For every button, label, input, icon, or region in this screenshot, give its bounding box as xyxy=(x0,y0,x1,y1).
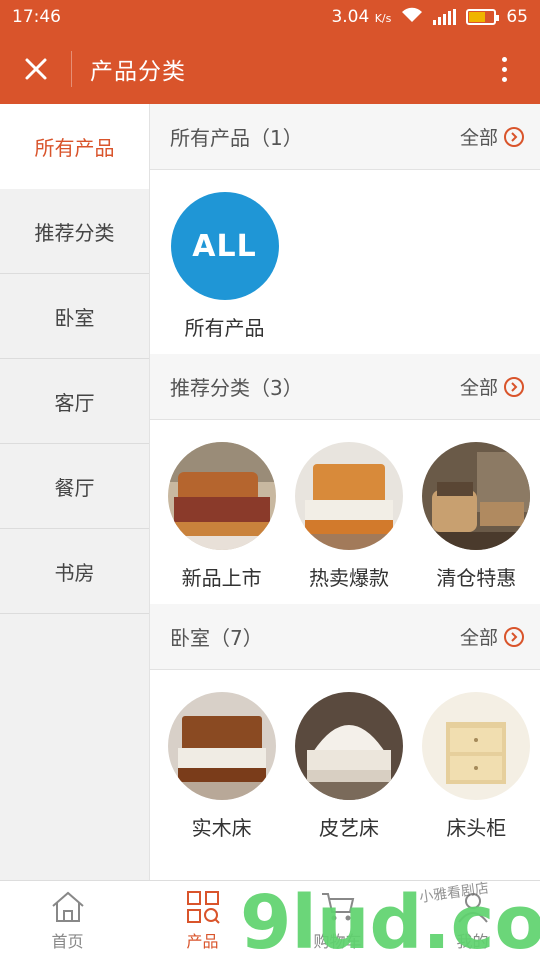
category-tile[interactable]: 清仓特惠 xyxy=(413,442,540,604)
more-dot xyxy=(501,56,507,62)
section-title: 所有产品（1） xyxy=(170,126,303,150)
section-header: 卧室（7） 全部 xyxy=(150,604,540,670)
category-content: 所有产品（1） 全部 ALL 所有产品 推荐分类（3） 全部 新品上市 热卖爆款… xyxy=(150,104,540,880)
user-icon xyxy=(457,892,488,923)
page-title: 产品分类 xyxy=(90,59,186,85)
chevron-right-icon xyxy=(504,126,524,147)
chevron-right-icon xyxy=(504,376,524,397)
category-label: 新品上市 xyxy=(181,566,262,590)
home-icon xyxy=(51,891,84,922)
view-all-link[interactable]: 全部 xyxy=(460,373,524,400)
battery-icon xyxy=(466,9,500,25)
section-bedroom: 卧室（7） 全部 实木床 皮艺床 床头柜 xyxy=(150,604,540,880)
sidebar-item-living-room[interactable]: 客厅 xyxy=(0,359,149,444)
section-grid: 实木床 皮艺床 床头柜 xyxy=(150,670,540,880)
new-arrivals-image xyxy=(167,442,276,550)
more-options-button[interactable] xyxy=(484,49,524,89)
more-dot xyxy=(501,76,507,82)
nightstand-image xyxy=(422,692,531,800)
nav-profile[interactable]: 我的 xyxy=(405,881,540,960)
wifi-icon xyxy=(401,7,423,28)
status-bar: 17:46 3.04 K/s 65 xyxy=(0,0,540,34)
view-all-link[interactable]: 全部 xyxy=(460,623,524,650)
view-all-link[interactable]: 全部 xyxy=(460,123,524,150)
category-label: 热卖爆款 xyxy=(308,566,389,590)
network-speed: 3.04 K/s xyxy=(331,7,392,27)
leather-bed-image xyxy=(294,692,403,800)
app-bar: 产品分类 xyxy=(0,34,540,104)
nav-label: 首页 xyxy=(51,931,84,951)
nav-label: 产品 xyxy=(186,931,219,951)
sidebar-item-recommended[interactable]: 推荐分类 xyxy=(0,189,149,274)
hot-sellers-image xyxy=(294,442,403,550)
section-title: 卧室（7） xyxy=(170,626,263,650)
clearance-image xyxy=(422,442,531,550)
category-tile[interactable]: 实木床 xyxy=(158,692,285,880)
section-grid: ALL 所有产品 xyxy=(150,170,540,354)
battery-level: 65 xyxy=(506,7,528,27)
category-tile[interactable]: ALL 所有产品 xyxy=(160,192,289,354)
chevron-right-icon xyxy=(504,626,524,647)
status-time: 17:46 xyxy=(12,7,61,27)
sidebar-item-study[interactable]: 书房 xyxy=(0,529,149,614)
cart-icon xyxy=(321,892,354,920)
close-button[interactable] xyxy=(0,51,72,87)
category-label: 皮艺床 xyxy=(318,816,379,840)
section-all-products: 所有产品（1） 全部 ALL 所有产品 xyxy=(150,104,540,354)
sidebar-item-all-products[interactable]: 所有产品 xyxy=(0,104,149,189)
nav-home[interactable]: 首页 xyxy=(0,881,135,960)
solid-wood-bed-image xyxy=(167,692,276,800)
section-header: 所有产品（1） 全部 xyxy=(150,104,540,170)
sidebar-item-dining-room[interactable]: 餐厅 xyxy=(0,444,149,529)
category-tile[interactable]: 床头柜 xyxy=(413,692,540,880)
grid-search-icon xyxy=(186,890,220,924)
close-icon xyxy=(25,58,46,80)
category-label: 床头柜 xyxy=(446,816,507,840)
bottom-navigation: 首页 产品 购物车 我的 xyxy=(0,880,540,960)
section-grid: 新品上市 热卖爆款 清仓特惠 xyxy=(150,420,540,604)
signal-icon xyxy=(433,9,457,25)
category-tile[interactable]: 新品上市 xyxy=(158,442,285,604)
status-icons: 3.04 K/s 65 xyxy=(331,7,528,28)
category-label: 所有产品 xyxy=(184,316,265,340)
section-title: 推荐分类（3） xyxy=(170,376,303,400)
nav-label: 我的 xyxy=(456,931,489,951)
category-sidebar: 所有产品 推荐分类 卧室 客厅 餐厅 书房 xyxy=(0,104,150,880)
more-dot xyxy=(501,66,507,72)
category-tile[interactable]: 热卖爆款 xyxy=(285,442,412,604)
section-header: 推荐分类（3） 全部 xyxy=(150,354,540,420)
category-label: 清仓特惠 xyxy=(436,566,517,590)
nav-products[interactable]: 产品 xyxy=(135,881,270,960)
category-tile[interactable]: 皮艺床 xyxy=(285,692,412,880)
all-badge-icon: ALL xyxy=(170,192,279,300)
section-recommended: 推荐分类（3） 全部 新品上市 热卖爆款 清仓特惠 xyxy=(150,354,540,604)
nav-cart[interactable]: 购物车 xyxy=(270,881,405,960)
nav-label: 购物车 xyxy=(313,931,362,951)
sidebar-item-bedroom[interactable]: 卧室 xyxy=(0,274,149,359)
category-label: 实木床 xyxy=(191,816,252,840)
